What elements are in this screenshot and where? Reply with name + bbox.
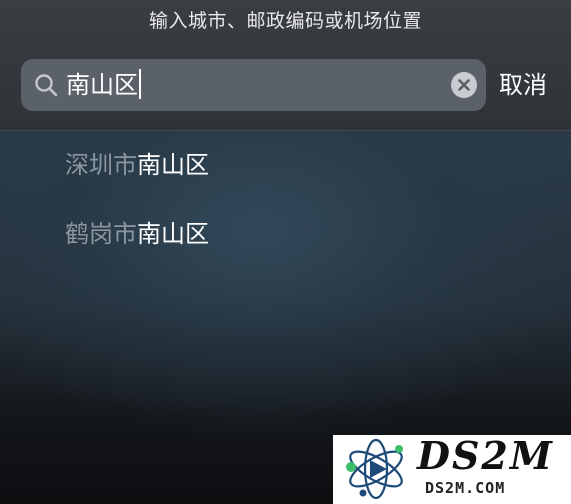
- result-city: 深圳市: [65, 151, 137, 179]
- result-district: 南山区: [137, 151, 209, 179]
- search-input-value: 南山区: [66, 71, 138, 99]
- search-prompt: 输入城市、邮政编码或机场位置: [148, 10, 422, 32]
- clear-search-icon[interactable]: [451, 72, 477, 98]
- atom-logo-icon: [346, 438, 403, 500]
- search-icon: [35, 74, 58, 97]
- watermark: DS2M DS2M.COM: [333, 435, 571, 504]
- search-result-item[interactable]: 鹤岗市南山区: [65, 217, 209, 251]
- result-city: 鹤岗市: [65, 220, 137, 248]
- x-mark-icon: [458, 79, 470, 91]
- text-caret: [139, 69, 141, 99]
- cancel-button[interactable]: 取消: [499, 68, 547, 102]
- search-result-item[interactable]: 深圳市南山区: [65, 148, 209, 182]
- search-header: 输入城市、邮政编码或机场位置 南山区 取消: [0, 0, 571, 131]
- watermark-title: DS2M: [417, 433, 554, 478]
- search-input[interactable]: 南山区: [66, 69, 141, 101]
- result-district: 南山区: [137, 220, 209, 248]
- watermark-subtitle: DS2M.COM: [425, 479, 506, 497]
- search-field[interactable]: 南山区: [21, 59, 486, 111]
